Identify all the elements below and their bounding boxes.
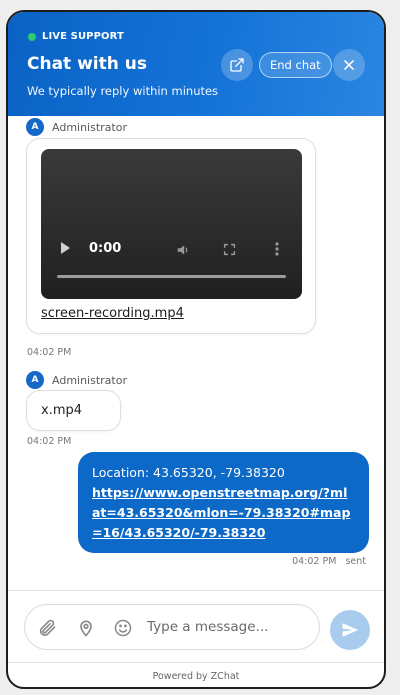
- outgoing-message-bubble: Location: 43.65320, -79.38320 https://ww…: [78, 452, 369, 553]
- fullscreen-icon[interactable]: [223, 243, 236, 256]
- message-list[interactable]: A Administrator 0:00 screen-recording.mp: [8, 116, 384, 586]
- avatar: A: [26, 118, 44, 136]
- video-player[interactable]: 0:00: [41, 149, 302, 299]
- text-message-bubble: x.mp4: [26, 390, 121, 431]
- sender-name: Administrator: [52, 120, 127, 134]
- end-chat-button[interactable]: End chat: [259, 52, 332, 78]
- message-input[interactable]: [147, 613, 311, 641]
- chat-subtitle: We typically reply within minutes: [27, 84, 219, 98]
- location-pin-icon[interactable]: [76, 618, 96, 638]
- avatar: A: [26, 371, 44, 389]
- live-support-indicator: LIVE SUPPORT: [28, 31, 124, 42]
- chat-title: Chat with us: [27, 54, 147, 74]
- location-text: Location: 43.65320, -79.38320: [92, 465, 285, 480]
- external-link-icon: [230, 58, 244, 72]
- attachment-icon[interactable]: [37, 618, 57, 638]
- chat-widget: LIVE SUPPORT Chat with us We typically r…: [6, 10, 386, 689]
- video-message-bubble: 0:00 screen-recording.mp4: [26, 138, 316, 334]
- open-external-button[interactable]: [221, 49, 253, 81]
- message-sender: A Administrator: [26, 371, 127, 389]
- footer-divider: [8, 662, 384, 663]
- live-support-label: LIVE SUPPORT: [42, 31, 124, 42]
- emoji-icon[interactable]: [113, 618, 133, 638]
- chat-header: LIVE SUPPORT Chat with us We typically r…: [8, 12, 384, 116]
- delivery-status: sent: [345, 556, 366, 567]
- outgoing-message-meta: 04:02 PM sent: [286, 556, 366, 567]
- message-text: x.mp4: [41, 403, 83, 418]
- message-timestamp: 04:02 PM: [27, 436, 72, 447]
- sender-name: Administrator: [52, 373, 127, 387]
- volume-icon[interactable]: [175, 243, 191, 257]
- online-status-dot: [28, 32, 36, 41]
- composer-divider: [8, 590, 384, 591]
- video-progress-bar[interactable]: [57, 275, 286, 278]
- send-icon: [342, 623, 359, 637]
- message-composer: [24, 604, 320, 650]
- message-timestamp: 04:02 PM: [27, 347, 72, 358]
- close-chat-button[interactable]: [333, 49, 365, 81]
- powered-by-label: Powered by ZChat: [152, 671, 240, 682]
- map-link[interactable]: https://www.openstreetmap.org/?mlat=43.6…: [92, 485, 350, 540]
- play-icon[interactable]: [61, 242, 70, 254]
- message-sender: A Administrator: [26, 118, 127, 136]
- video-file-link[interactable]: screen-recording.mp4: [41, 306, 184, 321]
- message-timestamp: 04:02 PM: [292, 556, 337, 567]
- video-time: 0:00: [89, 241, 122, 256]
- send-button[interactable]: [330, 610, 370, 650]
- more-options-icon[interactable]: [275, 242, 279, 256]
- close-icon: [344, 60, 354, 70]
